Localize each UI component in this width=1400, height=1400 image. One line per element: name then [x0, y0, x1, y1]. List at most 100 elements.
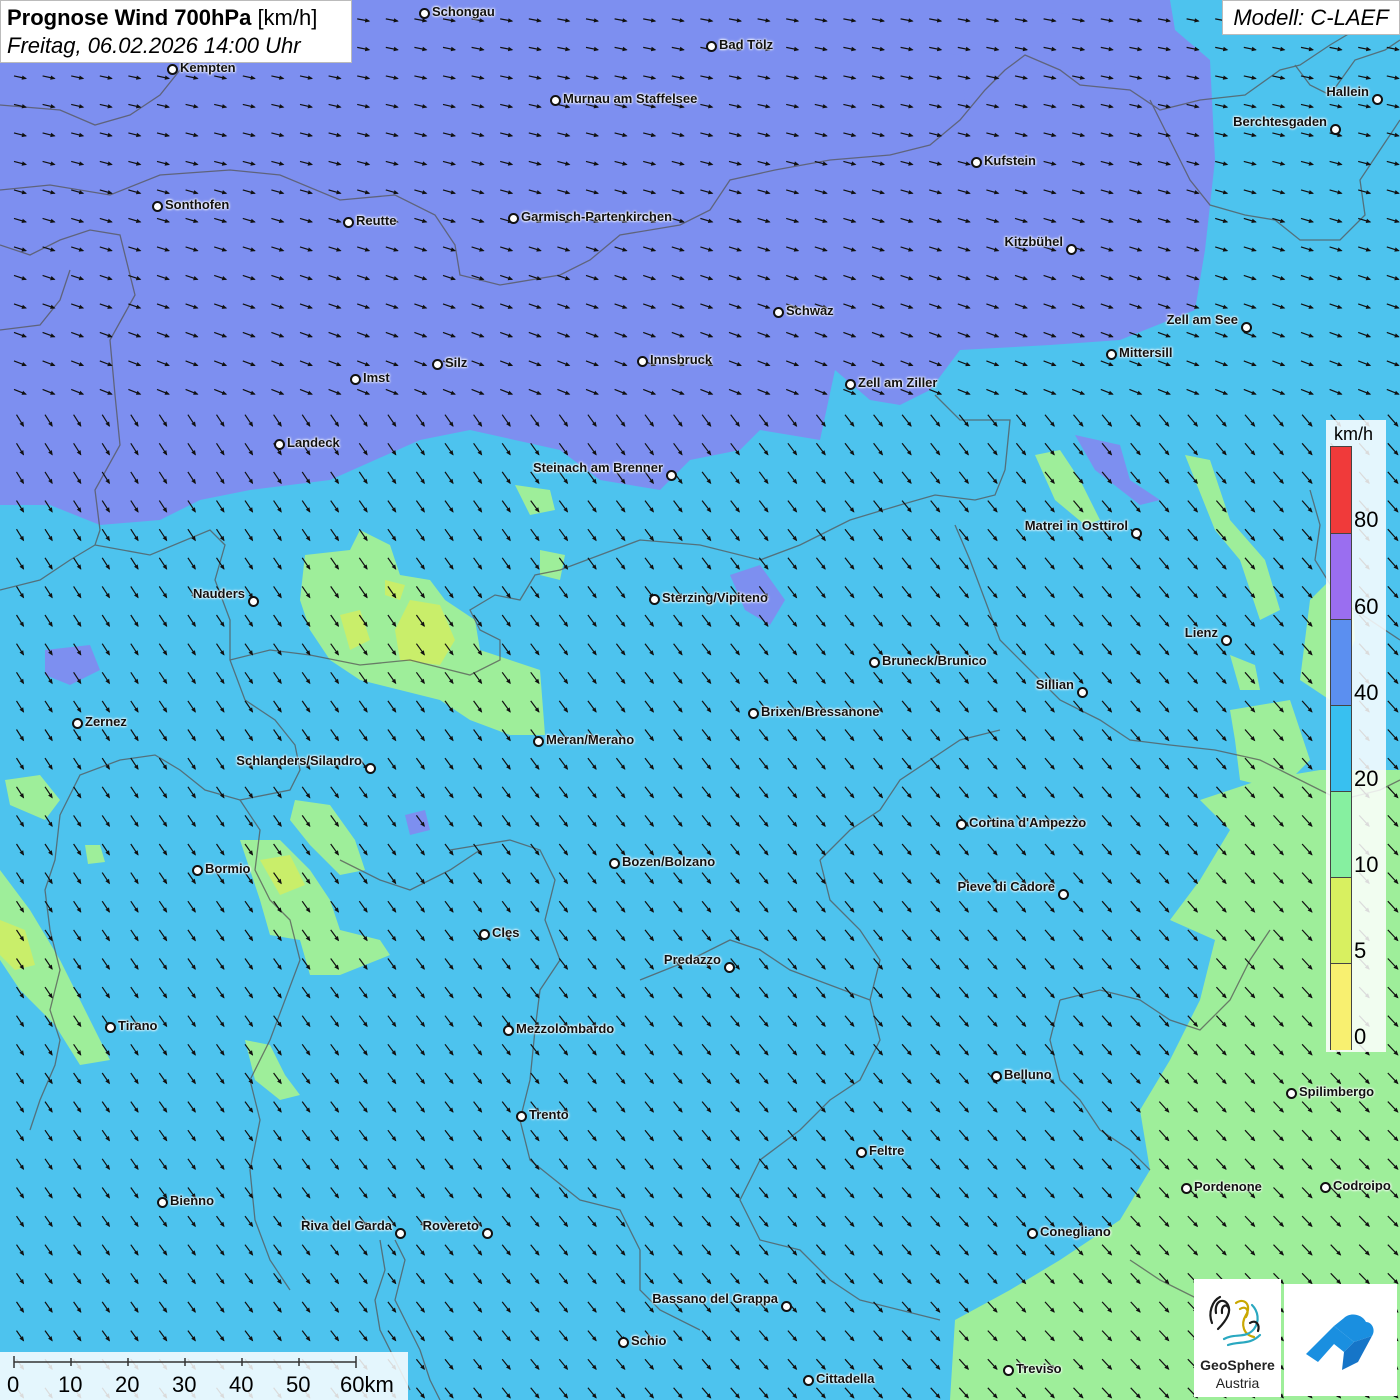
city-marker[interactable] — [856, 1147, 867, 1158]
city-label: Spilimbergo — [1299, 1084, 1375, 1099]
city-marker[interactable] — [533, 736, 544, 747]
city-label: Tirano — [118, 1018, 158, 1033]
city-label: Bormio — [205, 861, 251, 876]
city-label: Schlanders/Silandro — [236, 753, 362, 768]
legend-label-5: 5 — [1354, 938, 1367, 963]
city-label: Brixen/Bressanone — [761, 704, 880, 719]
legend-segment-80 — [1331, 447, 1351, 533]
city-label: Riva del Garda — [300, 1218, 392, 1233]
legend-unit: km/h — [1334, 424, 1374, 444]
city-marker[interactable] — [508, 213, 519, 224]
city-marker[interactable] — [956, 819, 967, 830]
city-marker[interactable] — [516, 1111, 527, 1122]
city-label: Bienno — [170, 1193, 215, 1208]
partner-logo[interactable] — [1284, 1284, 1397, 1396]
city-marker[interactable] — [167, 64, 178, 75]
city-label: Treviso — [1016, 1361, 1062, 1376]
city-marker[interactable] — [971, 157, 982, 168]
city-label: Kitzbühel — [1004, 234, 1064, 249]
city-marker[interactable] — [773, 307, 784, 318]
city-label: Zernez — [85, 714, 127, 729]
city-marker[interactable] — [105, 1022, 116, 1033]
city-marker[interactable] — [503, 1025, 514, 1036]
city-marker[interactable] — [274, 439, 285, 450]
city-label: Hallein — [1326, 84, 1369, 99]
geosphere-name: GeoSphere — [1200, 1357, 1275, 1373]
city-marker[interactable] — [1077, 687, 1088, 698]
city-label: Nauders — [192, 586, 245, 601]
city-marker[interactable] — [343, 217, 354, 228]
city-marker[interactable] — [248, 596, 259, 607]
city-marker[interactable] — [618, 1337, 629, 1348]
city-label: Pordenone — [1194, 1179, 1262, 1194]
city-marker[interactable] — [192, 865, 203, 876]
legend-bar — [1330, 446, 1352, 1050]
city-marker[interactable] — [1106, 349, 1117, 360]
city-marker[interactable] — [869, 657, 880, 668]
city-marker[interactable] — [609, 858, 620, 869]
city-marker[interactable] — [395, 1228, 406, 1239]
city-marker[interactable] — [482, 1228, 493, 1239]
city-marker[interactable] — [479, 929, 490, 940]
city-label: Steinach am Brenner — [532, 460, 663, 475]
city-label: Sonthofen — [165, 197, 230, 212]
legend-label-60: 60 — [1354, 594, 1379, 619]
legend-label-40: 40 — [1354, 680, 1379, 705]
city-marker[interactable] — [666, 470, 677, 481]
city-marker[interactable] — [649, 594, 660, 605]
legend-segment-20 — [1331, 705, 1351, 792]
city-label: Reutte — [356, 213, 397, 228]
city-marker[interactable] — [1003, 1365, 1014, 1376]
legend-segment-10 — [1331, 791, 1351, 878]
city-label: Meran/Merano — [546, 732, 635, 747]
city-marker[interactable] — [1131, 528, 1142, 539]
city-marker[interactable] — [845, 379, 856, 390]
city-marker[interactable] — [1286, 1088, 1297, 1099]
city-marker[interactable] — [419, 8, 430, 19]
city-label: Pieve di Cadore — [957, 879, 1055, 894]
geosphere-emblem-icon — [1209, 1295, 1262, 1347]
city-label: Feltre — [869, 1143, 905, 1158]
title-unit: [km/h] — [257, 5, 318, 30]
city-marker[interactable] — [1330, 124, 1341, 135]
city-label: Schio — [631, 1333, 667, 1348]
wind-map[interactable]: Prognose Wind 700hPa [km/h] Freitag, 06.… — [0, 0, 1400, 1400]
city-marker[interactable] — [1058, 889, 1069, 900]
city-label: Bruneck/Brunico — [882, 653, 987, 668]
city-label: Bassano del Grappa — [652, 1291, 778, 1306]
city-marker[interactable] — [748, 708, 759, 719]
city-label: Innsbruck — [650, 352, 713, 367]
geosphere-logo[interactable]: GeoSphere Austria — [1194, 1279, 1281, 1397]
city-label: Zell am Ziller — [858, 375, 938, 390]
city-marker[interactable] — [1320, 1182, 1331, 1193]
city-marker[interactable] — [803, 1375, 814, 1386]
city-marker[interactable] — [1027, 1228, 1038, 1239]
city-marker[interactable] — [157, 1197, 168, 1208]
city-label: Murnau am Staffelsee — [563, 91, 698, 106]
city-marker[interactable] — [350, 374, 361, 385]
city-marker[interactable] — [365, 763, 376, 774]
city-marker[interactable] — [724, 962, 735, 973]
city-marker[interactable] — [432, 359, 443, 370]
legend-label-80: 80 — [1354, 507, 1379, 532]
city-marker[interactable] — [991, 1071, 1002, 1082]
city-label: Mezzolombardo — [516, 1021, 615, 1036]
city-marker[interactable] — [1066, 244, 1077, 255]
city-label: Lienz — [1184, 625, 1218, 640]
city-marker[interactable] — [1181, 1183, 1192, 1194]
city-marker[interactable] — [637, 356, 648, 367]
city-label: Schongau — [432, 4, 495, 19]
city-label: Cortina d'Ampezzo — [969, 815, 1087, 830]
city-marker[interactable] — [152, 201, 163, 212]
color-legend: km/h 80 60 40 20 10 5 0 — [1326, 420, 1386, 1052]
city-marker[interactable] — [781, 1301, 792, 1312]
city-marker[interactable] — [550, 95, 561, 106]
city-marker[interactable] — [1372, 94, 1383, 105]
forecast-datetime: Freitag, 06.02.2026 14:00 Uhr — [7, 33, 301, 58]
city-marker[interactable] — [1241, 322, 1252, 333]
city-label: Sterzing/Vipiteno — [662, 590, 768, 605]
city-marker[interactable] — [72, 718, 83, 729]
city-marker[interactable] — [1221, 635, 1232, 646]
city-label: Trento — [529, 1107, 569, 1122]
city-marker[interactable] — [706, 41, 717, 52]
